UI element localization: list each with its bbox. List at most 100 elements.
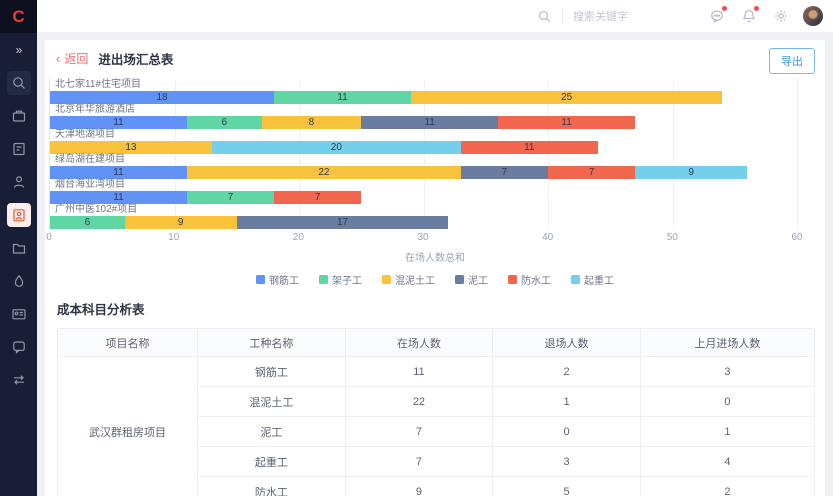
x-tick-label: 40 bbox=[542, 232, 553, 243]
chart-category: 烟台海业湾项目1177 bbox=[50, 179, 797, 204]
table-header-cell: 上月进场人数 bbox=[640, 329, 814, 357]
x-axis-ticks: 0102030405060 bbox=[49, 232, 797, 246]
stacked-bar: 1177 bbox=[50, 191, 797, 204]
legend-item-泥工[interactable]: 泥工 bbox=[455, 272, 488, 287]
legend-swatch bbox=[382, 275, 391, 284]
exited-count-cell: 5 bbox=[493, 477, 641, 496]
back-link[interactable]: 返回 bbox=[64, 50, 88, 67]
message-badge bbox=[722, 6, 727, 11]
sidebar-item-monitor[interactable] bbox=[7, 302, 31, 326]
worker-type-cell: 钢筋工 bbox=[198, 357, 346, 387]
bar-segment-防水工[interactable]: 7 bbox=[274, 191, 361, 204]
bar-segment-泥工[interactable]: 17 bbox=[237, 216, 449, 229]
stacked-bar: 132011 bbox=[50, 141, 797, 154]
bar-segment-混泥土工[interactable]: 22 bbox=[187, 166, 461, 179]
bar-segment-防水工[interactable]: 7 bbox=[548, 166, 635, 179]
stacked-bar: 181125 bbox=[50, 91, 797, 104]
legend-item-防水工[interactable]: 防水工 bbox=[508, 272, 551, 287]
sidebar-item-projects[interactable] bbox=[7, 104, 31, 128]
app: C » bbox=[0, 0, 833, 496]
sidebar-item-documents[interactable] bbox=[7, 137, 31, 161]
sidebar-item-transfer[interactable] bbox=[7, 368, 31, 392]
category-label: 北京年华旅游酒店 bbox=[50, 104, 797, 115]
bar-segment-钢筋工[interactable]: 11 bbox=[50, 166, 187, 179]
legend-swatch bbox=[508, 275, 517, 284]
chart-plot: 北七家11#住宅项目181125北京年华旅游酒店11681111天津地湖项目13… bbox=[49, 79, 797, 229]
exited-count-cell: 0 bbox=[493, 417, 641, 447]
table-section: 成本科目分析表 项目名称工种名称在场人数退场人数上月进场人数 武汉群租房项目钢筋… bbox=[45, 287, 825, 496]
bar-segment-钢筋工[interactable]: 18 bbox=[50, 91, 274, 104]
entered-last-month-cell: 3 bbox=[640, 357, 814, 387]
sidebar-item-files[interactable] bbox=[7, 236, 31, 260]
bar-segment-架子工[interactable]: 11 bbox=[274, 91, 411, 104]
on-site-count-cell: 7 bbox=[345, 417, 493, 447]
x-tick-label: 50 bbox=[667, 232, 678, 243]
legend-label: 泥工 bbox=[468, 272, 488, 287]
sidebar-item-worker-roster-active[interactable] bbox=[7, 203, 31, 227]
message-icon[interactable] bbox=[709, 8, 725, 24]
x-tick-label: 10 bbox=[168, 232, 179, 243]
sidebar-item-search[interactable] bbox=[7, 71, 31, 95]
entered-last-month-cell: 0 bbox=[640, 387, 814, 417]
bar-segment-架子工[interactable]: 6 bbox=[187, 116, 262, 129]
bar-segment-泥工[interactable]: 7 bbox=[461, 166, 548, 179]
back-chevron-icon[interactable]: ‹ bbox=[56, 51, 60, 66]
bar-segment-混泥土工[interactable]: 8 bbox=[262, 116, 362, 129]
app-logo[interactable]: C bbox=[0, 0, 37, 33]
export-button[interactable]: 导出 bbox=[769, 48, 815, 74]
bar-segment-泥工[interactable]: 11 bbox=[361, 116, 498, 129]
bar-segment-起重工[interactable]: 20 bbox=[212, 141, 461, 154]
bar-segment-起重工[interactable]: 9 bbox=[635, 166, 747, 179]
x-axis-title: 在场人数总和 bbox=[45, 249, 825, 264]
table-header-cell: 工种名称 bbox=[198, 329, 346, 357]
id-card-icon bbox=[11, 306, 27, 322]
legend-label: 防水工 bbox=[521, 272, 551, 287]
search-input[interactable]: 搜索关键字 bbox=[573, 8, 693, 24]
legend-item-混泥土工[interactable]: 混泥土工 bbox=[382, 272, 435, 287]
table-body: 武汉群租房项目钢筋工1123混泥土工2210泥工701起重工734防水工952 bbox=[58, 357, 815, 496]
topbar: 搜索关键字 bbox=[37, 0, 833, 33]
worker-type-cell: 防水工 bbox=[198, 477, 346, 496]
bar-segment-钢筋工[interactable]: 11 bbox=[50, 116, 187, 129]
search-icon[interactable] bbox=[537, 9, 552, 24]
legend-swatch bbox=[455, 275, 464, 284]
stacked-bar: 1122779 bbox=[50, 166, 797, 179]
worker-roster-icon bbox=[11, 207, 27, 223]
on-site-count-cell: 9 bbox=[345, 477, 493, 496]
on-site-count-cell: 11 bbox=[345, 357, 493, 387]
gear-icon[interactable] bbox=[773, 8, 789, 24]
entered-last-month-cell: 4 bbox=[640, 447, 814, 477]
bar-segment-混泥土工[interactable]: 9 bbox=[125, 216, 237, 229]
avatar[interactable] bbox=[803, 6, 823, 26]
legend-label: 起重工 bbox=[584, 272, 614, 287]
exited-count-cell: 1 bbox=[493, 387, 641, 417]
legend-item-起重工[interactable]: 起重工 bbox=[571, 272, 614, 287]
table-header-cell: 在场人数 bbox=[345, 329, 493, 357]
sidebar-item-messages[interactable] bbox=[7, 335, 31, 359]
x-tick-label: 0 bbox=[46, 232, 52, 243]
sidebar-expand-button[interactable]: » bbox=[16, 43, 22, 57]
document-edit-icon bbox=[11, 141, 27, 157]
bar-segment-防水工[interactable]: 11 bbox=[461, 141, 598, 154]
legend-label: 钢筋工 bbox=[269, 272, 299, 287]
sidebar: C » bbox=[0, 0, 37, 496]
sidebar-item-water[interactable] bbox=[7, 269, 31, 293]
legend-item-架子工[interactable]: 架子工 bbox=[319, 272, 362, 287]
bell-icon[interactable] bbox=[741, 8, 757, 24]
table-header-row: 项目名称工种名称在场人数退场人数上月进场人数 bbox=[58, 329, 815, 357]
breadcrumb: ‹ 返回 进出场汇总表 bbox=[45, 40, 825, 77]
exited-count-cell: 2 bbox=[493, 357, 641, 387]
bar-segment-混泥土工[interactable]: 25 bbox=[411, 91, 722, 104]
bar-segment-防水工[interactable]: 11 bbox=[498, 116, 635, 129]
category-label: 广州中医102#项目 bbox=[50, 204, 797, 215]
stacked-bar: 6917 bbox=[50, 216, 797, 229]
bar-segment-架子工[interactable]: 6 bbox=[50, 216, 125, 229]
bar-segment-架子工[interactable]: 7 bbox=[187, 191, 274, 204]
bar-segment-混泥土工[interactable]: 13 bbox=[50, 141, 212, 154]
bar-segment-钢筋工[interactable]: 11 bbox=[50, 191, 187, 204]
sidebar-item-personnel[interactable] bbox=[7, 170, 31, 194]
legend-swatch bbox=[571, 275, 580, 284]
main-area: 搜索关键字 ‹ 返回 进出场汇总表 导出 bbox=[37, 0, 833, 496]
legend-item-钢筋工[interactable]: 钢筋工 bbox=[256, 272, 299, 287]
user-icon bbox=[11, 174, 27, 190]
